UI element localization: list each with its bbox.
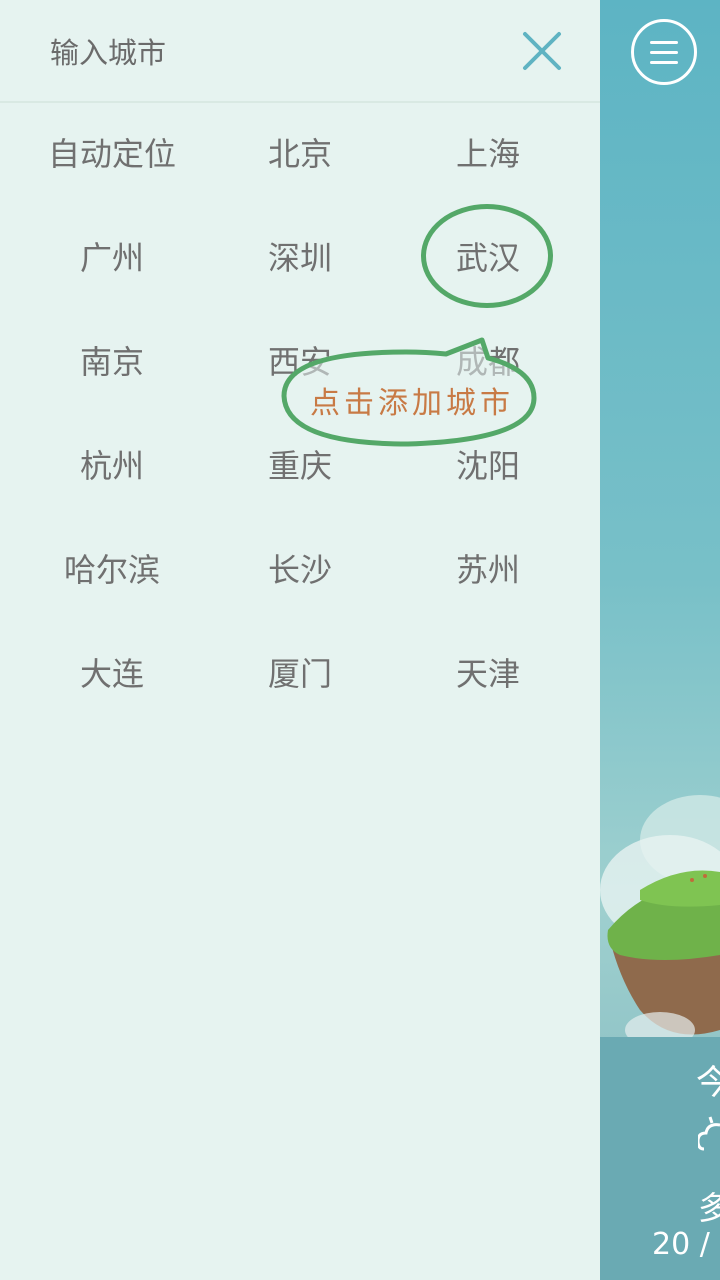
hamburger-menu-icon — [650, 41, 678, 44]
city-item[interactable]: 天津 — [393, 634, 583, 714]
close-icon[interactable] — [519, 28, 565, 74]
city-item[interactable]: 厦门 — [205, 634, 395, 714]
city-item[interactable]: 广州 — [17, 218, 207, 298]
annotation-text: 点击添加城市 — [310, 386, 514, 421]
floating-island-illustration — [600, 795, 720, 1048]
annotation-highlight-circle — [421, 204, 553, 308]
city-auto-locate[interactable]: 自动定位 — [17, 114, 207, 194]
hamburger-bar — [650, 61, 678, 64]
city-item[interactable]: 杭州 — [17, 426, 207, 506]
city-search-input[interactable] — [50, 28, 470, 78]
city-item[interactable]: 深圳 — [205, 218, 395, 298]
hamburger-bar — [650, 51, 678, 54]
city-item[interactable]: 北京 — [205, 114, 395, 194]
city-item[interactable]: 长沙 — [205, 530, 395, 610]
city-item[interactable]: 哈尔滨 — [17, 530, 207, 610]
menu-button[interactable] — [631, 19, 697, 85]
city-item[interactable]: 上海 — [393, 114, 583, 194]
city-item[interactable]: 苏州 — [393, 530, 583, 610]
screen: 今 多 20 / 自动定位 北京 上海 广州 深圳 武汉 南京 西安 — [0, 0, 720, 1280]
drawer-header — [0, 0, 600, 103]
today-label: 今 — [696, 1063, 720, 1103]
city-drawer: 自动定位 北京 上海 广州 深圳 武汉 南京 西安 成都 杭州 重庆 沈阳 哈尔… — [0, 0, 600, 1280]
today-weather-panel: 今 多 20 / — [600, 1037, 720, 1280]
city-item[interactable]: 大连 — [17, 634, 207, 714]
weather-description: 多 — [698, 1189, 720, 1227]
cloudy-weather-icon — [698, 1116, 720, 1151]
temperature-range: 20 / — [652, 1227, 710, 1262]
city-item[interactable]: 南京 — [17, 322, 207, 402]
